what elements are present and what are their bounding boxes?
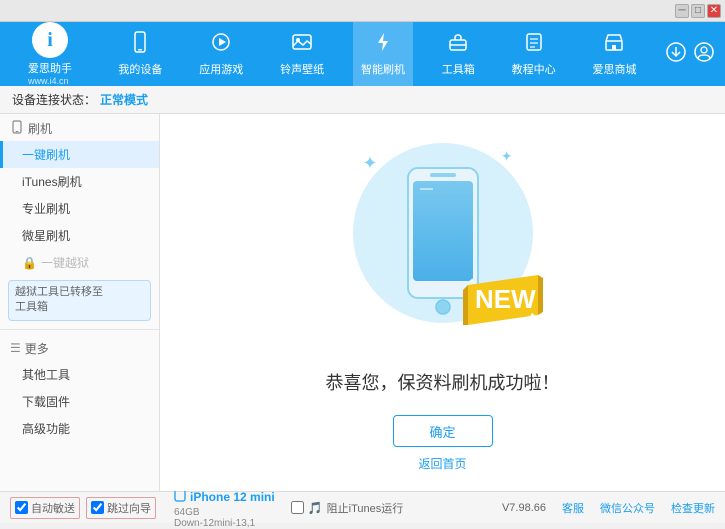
logo-area[interactable]: i 爱思助手 www.i4.cn bbox=[0, 22, 100, 86]
confirm-button[interactable]: 确定 bbox=[393, 415, 493, 447]
nav-apps[interactable]: 应用游戏 bbox=[191, 22, 251, 86]
my-device-icon bbox=[129, 31, 151, 59]
svg-text:✦: ✦ bbox=[529, 311, 536, 320]
minimize-button[interactable]: ─ bbox=[675, 4, 689, 18]
account-button[interactable] bbox=[694, 42, 714, 67]
skip-guide-label: 跳过向导 bbox=[107, 500, 151, 516]
nav-smart-flash[interactable]: 智能刷机 bbox=[353, 22, 413, 86]
close-button[interactable]: ✕ bbox=[707, 4, 721, 18]
sidebar-item-pro-flash[interactable]: 专业刷机 bbox=[0, 195, 159, 222]
sidebar-divider bbox=[0, 329, 159, 330]
sidebar-item-itunes[interactable]: iTunes刷机 bbox=[0, 168, 159, 195]
nav-my-device[interactable]: 我的设备 bbox=[110, 22, 170, 86]
wallpaper-icon bbox=[291, 31, 313, 59]
title-bar: ─ □ ✕ bbox=[0, 0, 725, 22]
wechat-link[interactable]: 微信公众号 bbox=[600, 500, 655, 516]
auto-send-label: 自动敏送 bbox=[31, 500, 75, 516]
phone-icon bbox=[10, 120, 24, 137]
nav-wallpaper[interactable]: 铃声壁纸 bbox=[272, 22, 332, 86]
header: i 爱思助手 www.i4.cn 我的设备 应用游戏 铃声壁纸 bbox=[0, 22, 725, 86]
sidebar-section-flash: 刷机 bbox=[0, 114, 159, 141]
sidebar-item-download-fw[interactable]: 下载固件 bbox=[0, 388, 159, 415]
itunes-icon: 🎵 bbox=[308, 501, 323, 515]
sidebar-note: 越狱工具已转移至 工具箱 bbox=[8, 280, 151, 321]
maximize-button[interactable]: □ bbox=[691, 4, 705, 18]
svg-text:NEW: NEW bbox=[475, 284, 536, 314]
itunes-checkbox[interactable] bbox=[291, 501, 304, 514]
success-illustration: ✦ ✦ bbox=[343, 133, 543, 353]
device-capacity: 64GB bbox=[174, 507, 200, 518]
nav-items: 我的设备 应用游戏 铃声壁纸 智能刷机 工具箱 bbox=[100, 22, 655, 86]
tutorial-icon bbox=[523, 31, 545, 59]
skip-guide-checkbox-wrapper[interactable]: 跳过向导 bbox=[86, 497, 156, 519]
itunes-label: 阻止iTunes运行 bbox=[327, 500, 404, 516]
sidebar-item-one-key[interactable]: 一键刷机 bbox=[0, 141, 159, 168]
service-link[interactable]: 客服 bbox=[562, 500, 584, 516]
success-text: 恭喜您，保资料刷机成功啦！ bbox=[326, 369, 560, 395]
apps-icon bbox=[210, 31, 232, 59]
logo-text: 爱思助手 www.i4.cn bbox=[28, 60, 72, 86]
footer: 自动敏送 跳过向导 iPhone 12 mini 64GB Down-12min… bbox=[0, 491, 725, 523]
back-home-link[interactable]: 返回首页 bbox=[418, 455, 466, 472]
auto-send-checkbox[interactable] bbox=[15, 501, 28, 514]
content-area: ✦ ✦ bbox=[160, 114, 725, 491]
sidebar-section-more: ☰ 更多 bbox=[0, 334, 159, 361]
smart-flash-icon bbox=[372, 31, 394, 59]
main-area: 刷机 一键刷机 iTunes刷机 专业刷机 微星刷机 🔒 一键越狱 越狱工具已转… bbox=[0, 114, 725, 491]
nav-right bbox=[655, 42, 725, 67]
store-icon bbox=[603, 31, 625, 59]
sparkle-tr: ✦ bbox=[501, 148, 513, 165]
auto-send-checkbox-wrapper[interactable]: 自动敏送 bbox=[10, 497, 80, 519]
status-mode: 正常模式 bbox=[100, 91, 148, 108]
itunes-bar[interactable]: 🎵 阻止iTunes运行 bbox=[291, 500, 404, 516]
sidebar-item-jailbreak-disabled: 🔒 一键越狱 bbox=[0, 249, 159, 276]
sidebar-item-micro-flash[interactable]: 微星刷机 bbox=[0, 222, 159, 249]
sidebar-item-advanced[interactable]: 高级功能 bbox=[0, 415, 159, 442]
device-model: Down-12mini-13,1 bbox=[174, 518, 255, 529]
download-button[interactable] bbox=[666, 42, 686, 67]
nav-store[interactable]: 爱思商城 bbox=[584, 22, 644, 86]
nav-toolbox[interactable]: 工具箱 bbox=[434, 22, 483, 86]
status-prefix: 设备连接状态： bbox=[12, 91, 96, 108]
sidebar: 刷机 一键刷机 iTunes刷机 专业刷机 微星刷机 🔒 一键越狱 越狱工具已转… bbox=[0, 114, 160, 491]
device-name: iPhone 12 mini bbox=[190, 490, 275, 504]
sparkle-tl: ✦ bbox=[363, 153, 378, 174]
new-badge: NEW ✦ ✦ bbox=[463, 270, 543, 333]
status-bar: 设备连接状态： 正常模式 bbox=[0, 86, 725, 114]
sidebar-item-other-tools[interactable]: 其他工具 bbox=[0, 361, 159, 388]
more-icon: ☰ bbox=[10, 341, 21, 355]
toolbox-icon bbox=[447, 31, 469, 59]
footer-right: V7.98.66 客服 微信公众号 检查更新 bbox=[502, 500, 715, 516]
logo-icon: i bbox=[32, 22, 68, 58]
version-label: V7.98.66 bbox=[502, 502, 546, 514]
update-link[interactable]: 检查更新 bbox=[671, 500, 715, 516]
nav-tutorial[interactable]: 教程中心 bbox=[504, 22, 564, 86]
skip-guide-checkbox[interactable] bbox=[91, 501, 104, 514]
svg-text:✦: ✦ bbox=[468, 277, 475, 286]
